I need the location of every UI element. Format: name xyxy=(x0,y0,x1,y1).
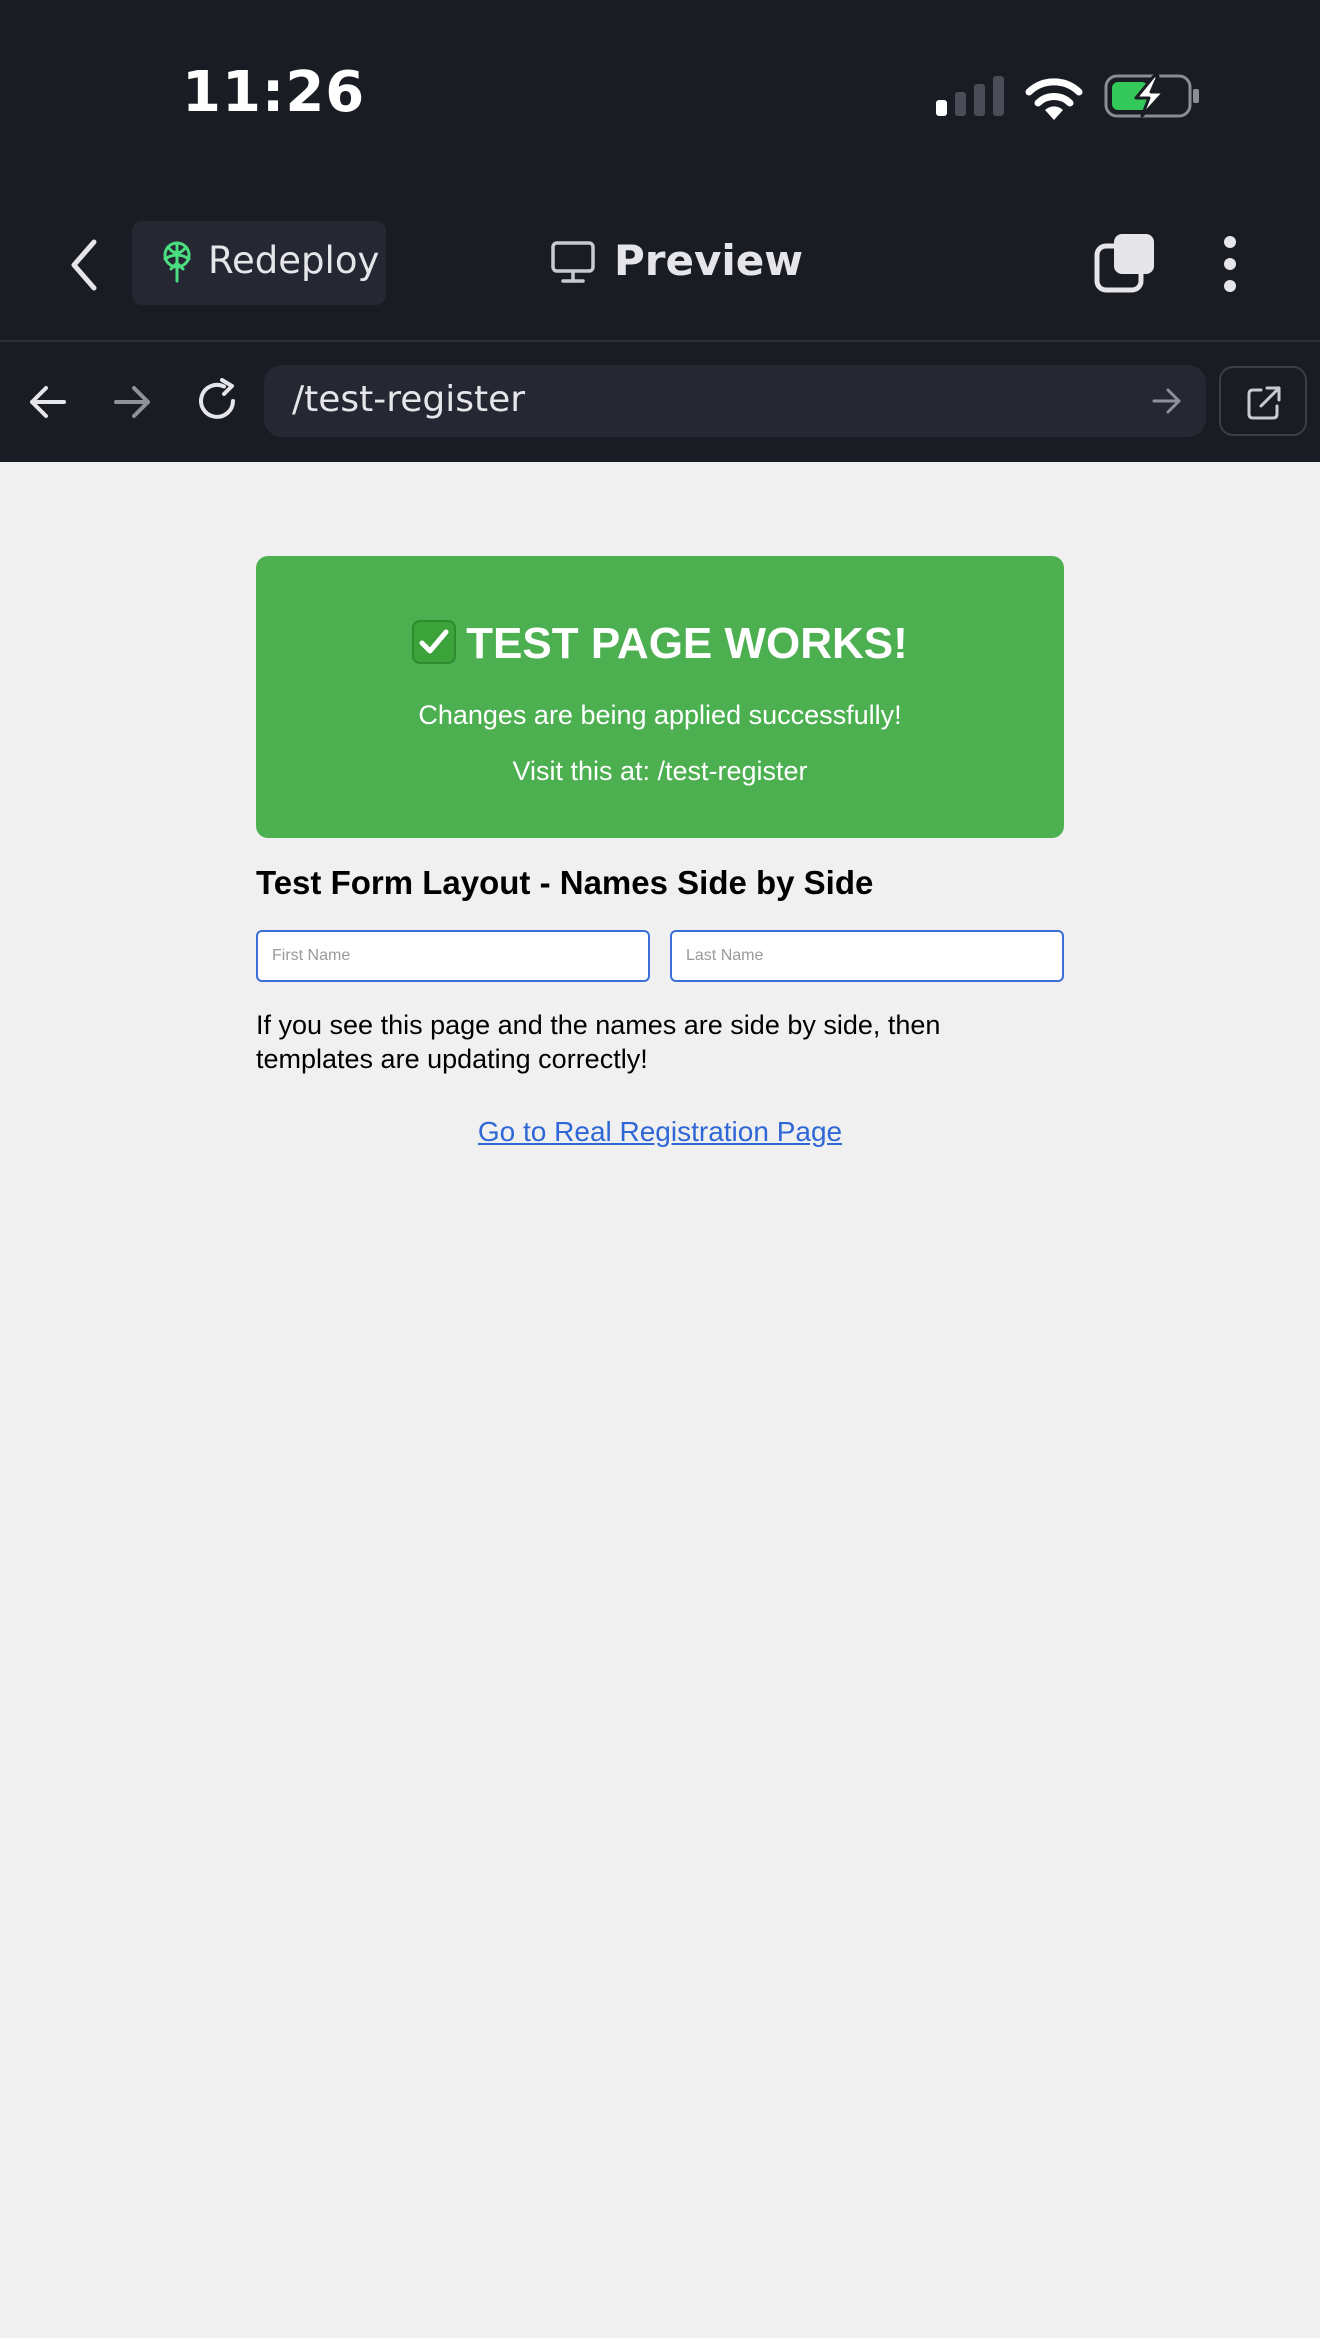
info-text: If you see this page and the names are s… xyxy=(256,1010,941,1074)
banner-url-note: Visit this at: /test-register xyxy=(512,756,808,786)
wifi-icon xyxy=(1025,78,1083,120)
cellular-signal-icon xyxy=(936,76,1004,116)
more-vertical-icon[interactable] xyxy=(1216,234,1244,294)
redeploy-button[interactable]: Redeploy xyxy=(132,221,386,305)
battery-charging-icon xyxy=(1104,74,1199,118)
go-arrow-icon[interactable] xyxy=(1152,387,1182,415)
arrow-right-icon[interactable] xyxy=(112,382,152,422)
back-chevron-icon[interactable] xyxy=(60,236,110,294)
redeploy-icon xyxy=(163,241,191,283)
success-banner: TEST PAGE WORKS! Changes are being appli… xyxy=(256,556,1064,838)
registration-link-row: Go to Real Registration Page xyxy=(0,1116,1320,1148)
preview-label: Preview xyxy=(614,236,804,285)
open-external-button[interactable] xyxy=(1219,366,1307,436)
reload-icon[interactable] xyxy=(194,378,240,424)
status-time: 11:26 xyxy=(182,60,366,125)
url-bar[interactable]: /test-register xyxy=(264,365,1206,437)
form-heading: Test Form Layout - Names Side by Side xyxy=(256,864,874,901)
monitor-icon xyxy=(551,241,595,283)
arrow-left-icon[interactable] xyxy=(28,382,68,422)
tabs-icon[interactable] xyxy=(1094,232,1156,294)
check-mark-icon xyxy=(412,620,457,664)
banner-title: TEST PAGE WORKS! xyxy=(466,619,908,668)
header-divider xyxy=(0,340,1320,342)
external-link-icon xyxy=(1247,386,1281,420)
banner-title-row: TEST PAGE WORKS! xyxy=(256,616,1064,672)
url-text: /test-register xyxy=(292,379,526,420)
first-name-input[interactable] xyxy=(256,930,650,982)
redeploy-label: Redeploy xyxy=(208,239,380,282)
banner-message: Changes are being applied successfully! xyxy=(418,700,902,730)
last-name-input[interactable] xyxy=(670,930,1064,982)
real-registration-link[interactable]: Go to Real Registration Page xyxy=(478,1116,842,1147)
app-chrome: 11:26 Redeploy Preview /test-register xyxy=(0,0,1320,462)
